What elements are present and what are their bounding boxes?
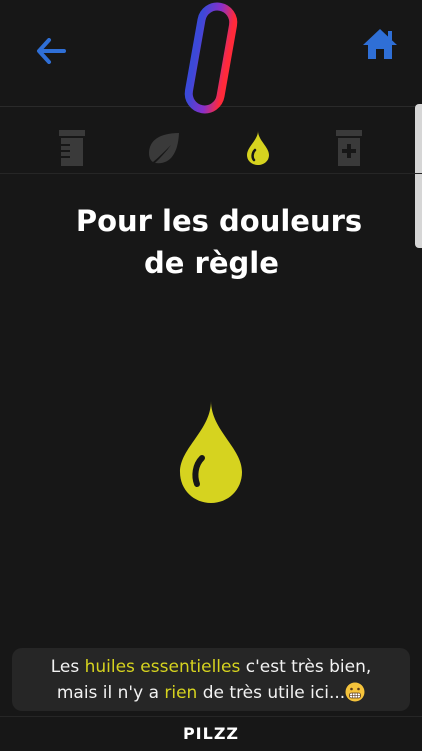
- app-header: [0, 0, 422, 114]
- drop-icon: [247, 131, 269, 165]
- message-text-2: c'est très bien,: [240, 657, 372, 677]
- footer-brand: PILZZ: [0, 716, 422, 751]
- first-aid-bottle-icon: [336, 130, 362, 166]
- title-line-1: Pour les douleurs: [75, 204, 363, 238]
- message-text-4: de très utile ici...: [197, 683, 346, 703]
- message-highlight-nothing: rien: [164, 683, 198, 703]
- pilzz-logo-icon: [184, 2, 238, 114]
- message-highlight-essential-oils: huiles essentielles: [84, 657, 241, 677]
- home-button[interactable]: [360, 26, 400, 62]
- category-tabbar: [0, 107, 422, 174]
- tab-essential-oils[interactable]: [238, 127, 278, 169]
- title-line-2: de règle: [144, 246, 279, 280]
- oil-drop-icon: [180, 401, 242, 503]
- page-title: Pour les douleurs de règle: [0, 200, 422, 284]
- message-text-3: mais il n'y a: [56, 683, 165, 703]
- tab-medicines[interactable]: [52, 127, 92, 169]
- tab-first-aid[interactable]: [329, 127, 369, 169]
- message-text-1: Les: [50, 657, 85, 677]
- grimacing-face-emoji: [345, 682, 365, 702]
- home-icon: [363, 29, 397, 59]
- info-message: Les huiles essentielles c'est très bien,…: [12, 648, 410, 711]
- back-button[interactable]: [34, 34, 68, 68]
- arrow-left-icon: [37, 38, 66, 64]
- tab-plants[interactable]: [143, 127, 183, 169]
- leaf-icon: [149, 133, 179, 164]
- medicine-jar-icon: [59, 130, 85, 166]
